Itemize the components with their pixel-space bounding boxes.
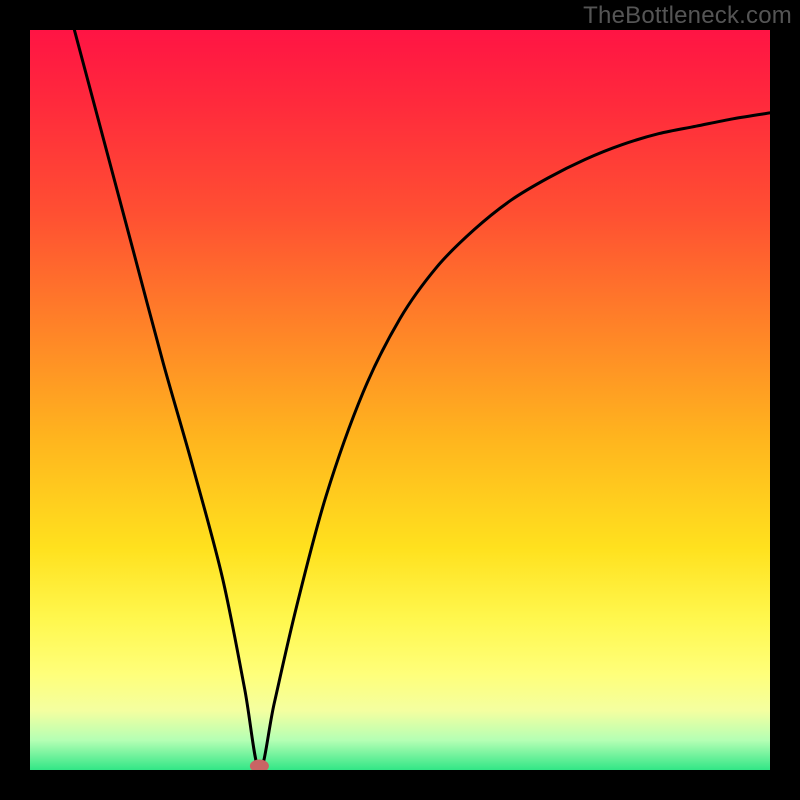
plot-background <box>30 30 770 770</box>
bottleneck-plot <box>30 30 770 770</box>
chart-frame: TheBottleneck.com <box>0 0 800 800</box>
watermark-text: TheBottleneck.com <box>583 2 792 30</box>
minimum-marker <box>250 760 268 770</box>
